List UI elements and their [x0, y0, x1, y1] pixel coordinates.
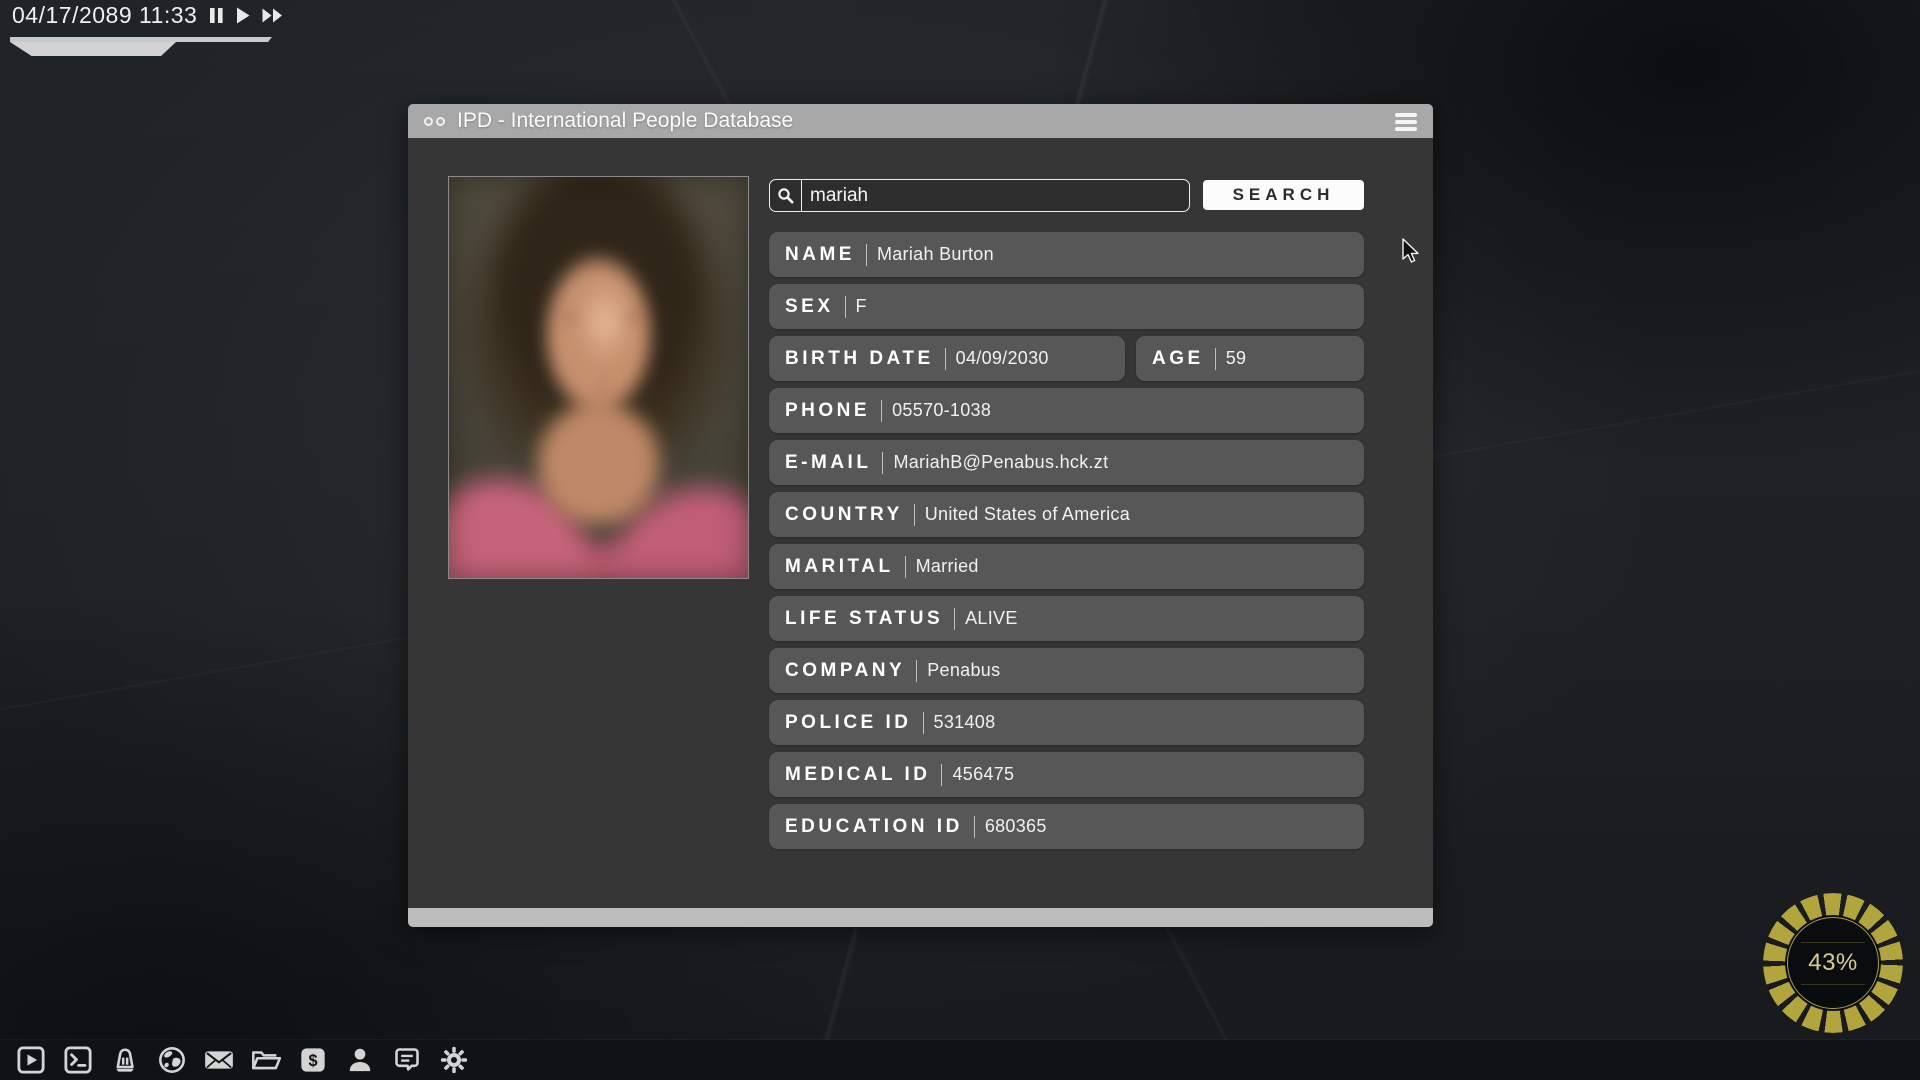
media-player-icon[interactable]: [16, 1045, 46, 1075]
row-age: AGE 59: [1136, 336, 1364, 381]
time-progress-bar-fill: [10, 42, 176, 56]
fast-forward-icon[interactable]: [262, 8, 283, 23]
search-box: [769, 179, 1190, 212]
ipd-app-icon: [424, 117, 445, 126]
row-phone: PHONE 05570-1038: [769, 388, 1364, 433]
profile-rows: NAME Mariah Burton SEX F BIRTH DATE 04/0…: [769, 232, 1364, 856]
row-medical-id: MEDICAL ID 456475: [769, 752, 1364, 797]
row-sex: SEX F: [769, 284, 1364, 329]
terminal-icon[interactable]: [63, 1045, 93, 1075]
row-company: COMPANY Penabus: [769, 648, 1364, 693]
money-icon[interactable]: $: [298, 1045, 328, 1075]
row-education-id: EDUCATION ID 680365: [769, 804, 1364, 849]
settings-gear-icon[interactable]: [439, 1045, 469, 1075]
clock-datetime: 04/17/2089 11:33: [12, 2, 197, 29]
search-icon: [770, 180, 802, 211]
ipd-window: IPD - International People Database SEAR…: [408, 104, 1433, 927]
window-titlebar[interactable]: IPD - International People Database: [408, 104, 1433, 138]
search-input[interactable]: [802, 180, 1189, 211]
time-progress-bar: [10, 37, 272, 42]
notes-icon[interactable]: [392, 1045, 422, 1075]
game-clock: 04/17/2089 11:33: [12, 2, 283, 29]
window-menu-icon[interactable]: [1395, 113, 1417, 131]
mail-icon[interactable]: [204, 1045, 234, 1075]
contacts-icon[interactable]: [345, 1045, 375, 1075]
row-marital: MARITAL Married: [769, 544, 1364, 589]
browser-globe-icon[interactable]: [157, 1045, 187, 1075]
row-life-status: LIFE STATUS ALIVE: [769, 596, 1364, 641]
svg-text:$: $: [308, 1052, 317, 1070]
window-footer: [408, 908, 1433, 927]
search-button[interactable]: SEARCH: [1203, 180, 1364, 210]
progress-percent: 43%: [1763, 893, 1903, 1033]
row-email: E-MAIL MariahB@Penabus.hck.zt: [769, 440, 1364, 485]
device-icon[interactable]: [110, 1045, 140, 1075]
play-icon[interactable]: [236, 7, 250, 24]
window-title: IPD - International People Database: [457, 109, 793, 133]
file-explorer-icon[interactable]: [251, 1045, 281, 1075]
row-country: COUNTRY United States of America: [769, 492, 1364, 537]
row-birth-date: BIRTH DATE 04/09/2030: [769, 336, 1125, 381]
taskbar: $: [0, 1040, 1920, 1080]
row-police-id: POLICE ID 531408: [769, 700, 1364, 745]
progress-ring: 43%: [1763, 893, 1903, 1033]
row-name: NAME Mariah Burton: [769, 232, 1364, 277]
pause-icon[interactable]: [209, 7, 224, 24]
profile-photo: [448, 176, 749, 579]
